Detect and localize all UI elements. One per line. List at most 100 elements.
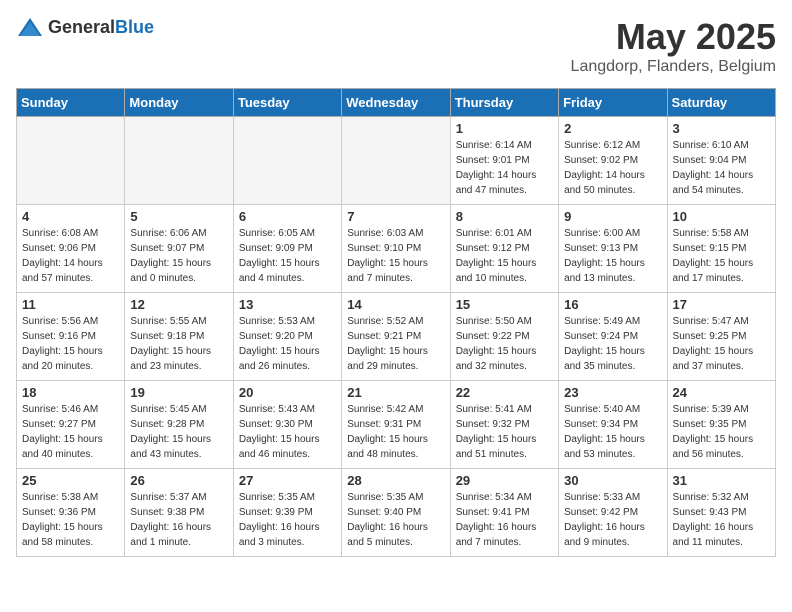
- day-number: 21: [347, 385, 444, 400]
- col-header-monday: Monday: [125, 89, 233, 117]
- day-cell: 12Sunrise: 5:55 AM Sunset: 9:18 PM Dayli…: [125, 293, 233, 381]
- day-info: Sunrise: 6:08 AM Sunset: 9:06 PM Dayligh…: [22, 226, 119, 286]
- day-cell: 11 Sunrise: 5:56 AM Sunset: 9:16 PM Dayli…: [17, 293, 125, 381]
- day-number: 28: [347, 473, 444, 488]
- day-cell: [342, 117, 450, 205]
- page-header: GeneralBlue May 2025 Langdorp, Flanders,…: [16, 16, 776, 76]
- day-cell: 1 Sunrise: 6:14 AM Sunset: 9:01 PM Daylig…: [450, 117, 558, 205]
- day-info: Sunrise: 5:32 AM Sunset: 9:43 PM Dayligh…: [673, 490, 770, 550]
- logo: GeneralBlue: [16, 16, 154, 38]
- day-cell: 17 Sunrise: 5:47 AM Sunset: 9:25 PM Dayli…: [667, 293, 775, 381]
- week-row-2: 4 Sunrise: 6:08 AM Sunset: 9:06 PM Daylig…: [17, 205, 776, 293]
- day-info: Sunrise: 5:52 AM Sunset: 9:21 PM Dayligh…: [347, 314, 444, 374]
- day-info: Sunrise: 5:46 AM Sunset: 9:27 PM Dayligh…: [22, 402, 119, 462]
- location: Langdorp, Flanders, Belgium: [571, 58, 776, 76]
- day-number: 23: [564, 385, 661, 400]
- day-number: 7: [347, 209, 444, 224]
- day-number: 26: [130, 473, 227, 488]
- week-row-4: 18 Sunrise: 5:46 AM Sunset: 9:27 PM Dayli…: [17, 381, 776, 469]
- day-info: Sunrise: 5:58 AM Sunset: 9:15 PM Dayligh…: [673, 226, 770, 286]
- day-number: 15: [456, 297, 553, 312]
- day-cell: 7 Sunrise: 6:03 AM Sunset: 9:10 PM Daylig…: [342, 205, 450, 293]
- day-cell: 31Sunrise: 5:32 AM Sunset: 9:43 PM Dayli…: [667, 469, 775, 557]
- day-info: Sunrise: 5:39 AM Sunset: 9:35 PM Dayligh…: [673, 402, 770, 462]
- day-cell: 2 Sunrise: 6:12 AM Sunset: 9:02 PM Daylig…: [559, 117, 667, 205]
- day-info: Sunrise: 5:56 AM Sunset: 9:16 PM Dayligh…: [22, 314, 119, 374]
- day-info: Sunrise: 5:41 AM Sunset: 9:32 PM Dayligh…: [456, 402, 553, 462]
- day-cell: 19Sunrise: 5:45 AM Sunset: 9:28 PM Dayli…: [125, 381, 233, 469]
- col-header-saturday: Saturday: [667, 89, 775, 117]
- day-info: Sunrise: 6:03 AM Sunset: 9:10 PM Dayligh…: [347, 226, 444, 286]
- day-number: 5: [130, 209, 227, 224]
- day-number: 30: [564, 473, 661, 488]
- day-number: 11: [22, 297, 119, 312]
- day-cell: 24Sunrise: 5:39 AM Sunset: 9:35 PM Dayli…: [667, 381, 775, 469]
- day-cell: [17, 117, 125, 205]
- day-cell: 23Sunrise: 5:40 AM Sunset: 9:34 PM Dayli…: [559, 381, 667, 469]
- day-info: Sunrise: 5:50 AM Sunset: 9:22 PM Dayligh…: [456, 314, 553, 374]
- day-cell: [125, 117, 233, 205]
- day-cell: 3Sunrise: 6:10 AM Sunset: 9:04 PM Daylig…: [667, 117, 775, 205]
- day-cell: 10 Sunrise: 5:58 AM Sunset: 9:15 PM Dayli…: [667, 205, 775, 293]
- title-block: May 2025 Langdorp, Flanders, Belgium: [571, 16, 776, 76]
- day-info: Sunrise: 5:35 AM Sunset: 9:39 PM Dayligh…: [239, 490, 336, 550]
- day-cell: 4 Sunrise: 6:08 AM Sunset: 9:06 PM Daylig…: [17, 205, 125, 293]
- day-cell: 20 Sunrise: 5:43 AM Sunset: 9:30 PM Dayli…: [233, 381, 341, 469]
- day-number: 19: [130, 385, 227, 400]
- col-header-friday: Friday: [559, 89, 667, 117]
- logo-general: General: [48, 17, 115, 37]
- day-number: 10: [673, 209, 770, 224]
- day-number: 18: [22, 385, 119, 400]
- day-cell: 27 Sunrise: 5:35 AM Sunset: 9:39 PM Dayli…: [233, 469, 341, 557]
- day-info: Sunrise: 6:05 AM Sunset: 9:09 PM Dayligh…: [239, 226, 336, 286]
- day-cell: 6 Sunrise: 6:05 AM Sunset: 9:09 PM Daylig…: [233, 205, 341, 293]
- day-info: Sunrise: 6:12 AM Sunset: 9:02 PM Dayligh…: [564, 138, 661, 198]
- day-number: 6: [239, 209, 336, 224]
- col-header-wednesday: Wednesday: [342, 89, 450, 117]
- day-number: 14: [347, 297, 444, 312]
- day-number: 1: [456, 121, 553, 136]
- day-cell: 22Sunrise: 5:41 AM Sunset: 9:32 PM Dayli…: [450, 381, 558, 469]
- day-cell: [233, 117, 341, 205]
- day-number: 4: [22, 209, 119, 224]
- calendar-table: SundayMondayTuesdayWednesdayThursdayFrid…: [16, 88, 776, 557]
- day-cell: 26Sunrise: 5:37 AM Sunset: 9:38 PM Dayli…: [125, 469, 233, 557]
- day-info: Sunrise: 5:35 AM Sunset: 9:40 PM Dayligh…: [347, 490, 444, 550]
- day-cell: 9Sunrise: 6:00 AM Sunset: 9:13 PM Daylig…: [559, 205, 667, 293]
- day-cell: 21 Sunrise: 5:42 AM Sunset: 9:31 PM Dayli…: [342, 381, 450, 469]
- day-number: 13: [239, 297, 336, 312]
- day-number: 27: [239, 473, 336, 488]
- day-number: 17: [673, 297, 770, 312]
- day-info: Sunrise: 5:43 AM Sunset: 9:30 PM Dayligh…: [239, 402, 336, 462]
- day-info: Sunrise: 6:14 AM Sunset: 9:01 PM Dayligh…: [456, 138, 553, 198]
- day-info: Sunrise: 6:10 AM Sunset: 9:04 PM Dayligh…: [673, 138, 770, 198]
- day-info: Sunrise: 5:53 AM Sunset: 9:20 PM Dayligh…: [239, 314, 336, 374]
- day-number: 8: [456, 209, 553, 224]
- day-number: 25: [22, 473, 119, 488]
- day-number: 16: [564, 297, 661, 312]
- day-cell: 18 Sunrise: 5:46 AM Sunset: 9:27 PM Dayli…: [17, 381, 125, 469]
- day-info: Sunrise: 5:38 AM Sunset: 9:36 PM Dayligh…: [22, 490, 119, 550]
- col-header-tuesday: Tuesday: [233, 89, 341, 117]
- week-row-5: 25 Sunrise: 5:38 AM Sunset: 9:36 PM Dayli…: [17, 469, 776, 557]
- day-number: 29: [456, 473, 553, 488]
- day-cell: 29 Sunrise: 5:34 AM Sunset: 9:41 PM Dayli…: [450, 469, 558, 557]
- day-number: 2: [564, 121, 661, 136]
- day-info: Sunrise: 5:34 AM Sunset: 9:41 PM Dayligh…: [456, 490, 553, 550]
- col-header-thursday: Thursday: [450, 89, 558, 117]
- month-year: May 2025: [571, 16, 776, 58]
- day-info: Sunrise: 6:06 AM Sunset: 9:07 PM Dayligh…: [130, 226, 227, 286]
- day-cell: 8 Sunrise: 6:01 AM Sunset: 9:12 PM Daylig…: [450, 205, 558, 293]
- header-row: SundayMondayTuesdayWednesdayThursdayFrid…: [17, 89, 776, 117]
- day-info: Sunrise: 5:47 AM Sunset: 9:25 PM Dayligh…: [673, 314, 770, 374]
- week-row-3: 11 Sunrise: 5:56 AM Sunset: 9:16 PM Dayli…: [17, 293, 776, 381]
- day-cell: 28 Sunrise: 5:35 AM Sunset: 9:40 PM Dayli…: [342, 469, 450, 557]
- day-info: Sunrise: 5:49 AM Sunset: 9:24 PM Dayligh…: [564, 314, 661, 374]
- day-info: Sunrise: 5:42 AM Sunset: 9:31 PM Dayligh…: [347, 402, 444, 462]
- day-number: 20: [239, 385, 336, 400]
- day-cell: 15 Sunrise: 5:50 AM Sunset: 9:22 PM Dayli…: [450, 293, 558, 381]
- day-number: 12: [130, 297, 227, 312]
- day-cell: 14 Sunrise: 5:52 AM Sunset: 9:21 PM Dayli…: [342, 293, 450, 381]
- day-info: Sunrise: 6:01 AM Sunset: 9:12 PM Dayligh…: [456, 226, 553, 286]
- day-info: Sunrise: 6:00 AM Sunset: 9:13 PM Dayligh…: [564, 226, 661, 286]
